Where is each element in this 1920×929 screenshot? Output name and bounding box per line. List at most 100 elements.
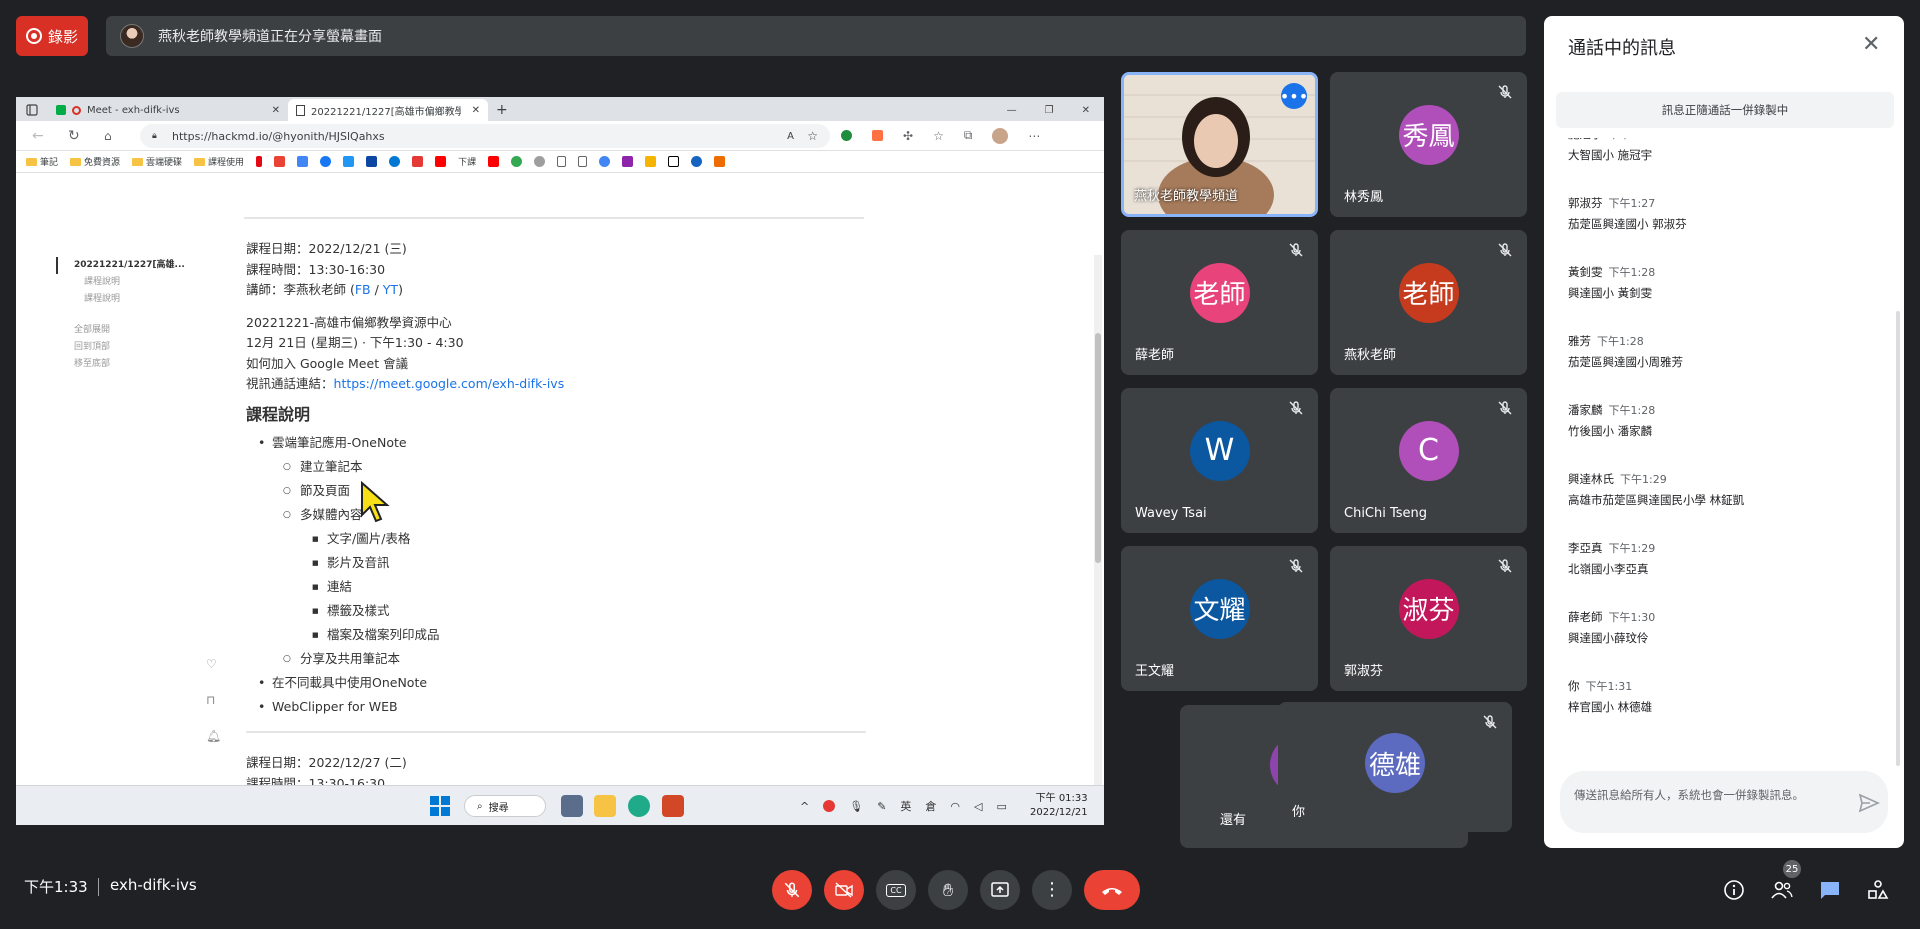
send-icon[interactable]	[1858, 792, 1880, 814]
bell-icon[interactable]: 🔔︎	[206, 729, 221, 743]
profile-avatar[interactable]	[992, 127, 1009, 144]
language-indicator[interactable]: 英	[900, 798, 911, 814]
bookmark-folder[interactable]: 免費資源	[70, 155, 120, 168]
app-bookmark-icon[interactable]	[511, 156, 523, 167]
app-bookmark-icon[interactable]	[622, 156, 634, 167]
participant-tile[interactable]: 淑芬 郭淑芬	[1330, 546, 1527, 691]
address-bar[interactable]: 🔒︎ https://hackmd.io/@hyonith/HJSlQahxs …	[140, 124, 830, 148]
home-icon[interactable]: ⌂	[104, 129, 112, 143]
app-bookmark-icon[interactable]	[691, 156, 703, 167]
leave-call-button[interactable]	[1084, 870, 1140, 910]
activities-button[interactable]	[1864, 876, 1892, 904]
present-screen-button[interactable]	[980, 870, 1020, 910]
tray-app-icon[interactable]	[823, 800, 836, 812]
toc-go-to-bottom[interactable]: 移至底部	[74, 356, 185, 373]
camera-toggle-button[interactable]	[824, 870, 864, 910]
participant-tile[interactable]: C ChiChi Tseng	[1330, 388, 1527, 533]
favorite-star-icon[interactable]: ☆	[807, 129, 818, 143]
facebook-bookmark-icon[interactable]	[320, 156, 332, 167]
document-bookmark-icon[interactable]	[578, 156, 588, 167]
fb-link[interactable]: FB	[355, 282, 371, 297]
wifi-icon[interactable]: ◠	[950, 800, 960, 813]
participant-tile[interactable]: 老師 燕秋老師	[1330, 230, 1527, 375]
close-window-icon[interactable]: ✕	[1082, 105, 1090, 116]
new-tab-button[interactable]: +	[488, 99, 516, 121]
participant-tile[interactable]: 老師 薛老師	[1121, 230, 1318, 375]
bookmark-folder[interactable]: 筆記	[26, 155, 58, 168]
raise-hand-button[interactable]: ✋︎	[928, 870, 968, 910]
powerpoint-icon[interactable]	[662, 795, 684, 817]
bookmark-label[interactable]: 下課	[458, 155, 476, 168]
bookmark-folder[interactable]: 課程使用	[194, 155, 244, 168]
recording-button[interactable]: 錄影	[16, 16, 88, 56]
captions-button[interactable]: CC	[876, 870, 916, 910]
more-menu-icon[interactable]: ⋯	[1028, 129, 1040, 143]
microphone-icon[interactable]: 🎙︎	[849, 800, 863, 813]
app-bookmark-icon[interactable]	[343, 156, 355, 167]
app-bookmark-icon[interactable]	[366, 156, 378, 167]
toc-expand-all[interactable]: 全部展開	[74, 322, 185, 339]
edge-browser-icon[interactable]	[628, 795, 650, 817]
calendar-bookmark-icon[interactable]	[297, 156, 309, 167]
document-bookmark-icon[interactable]	[557, 156, 567, 167]
youtube-bookmark-icon[interactable]	[435, 156, 447, 167]
meet-link[interactable]: https://meet.google.com/exh-difk-ivs	[334, 376, 565, 391]
browser-tab-meet[interactable]: Meet - exh-difk-ivs ✕	[48, 99, 288, 121]
participant-tile-you[interactable]: 德雄 你	[1278, 702, 1512, 832]
windows-start-icon[interactable]	[430, 796, 450, 816]
page-scroll-thumb[interactable]	[1095, 333, 1101, 563]
tab-close-icon[interactable]: ✕	[272, 105, 280, 116]
volume-icon[interactable]: ◁	[974, 800, 982, 813]
taskbar-app-icon[interactable]	[561, 795, 583, 817]
battery-icon[interactable]: ▭	[996, 800, 1006, 813]
app-bookmark-icon[interactable]	[645, 156, 657, 167]
heart-icon[interactable]: ♡	[206, 657, 221, 671]
minimize-icon[interactable]: —	[1007, 105, 1017, 116]
microphone-toggle-button[interactable]	[772, 870, 812, 910]
bookmark-icon[interactable]: ⊓	[206, 693, 221, 707]
toc-current-item[interactable]: 20221221/1227[高雄...	[56, 257, 185, 274]
chat-input[interactable]: 傳送訊息給所有人，系統也會一併錄製訊息。	[1560, 771, 1888, 833]
toc-back-to-top[interactable]: 回到頂部	[74, 339, 185, 356]
back-icon[interactable]: ←	[32, 128, 44, 144]
maximize-icon[interactable]: ❐	[1045, 105, 1054, 116]
read-aloud-icon[interactable]: A	[787, 131, 794, 142]
participant-tile[interactable]: W Wavey Tsai	[1121, 388, 1318, 533]
more-options-icon[interactable]: •••	[1280, 83, 1308, 109]
arrow-extension-icon[interactable]	[872, 130, 883, 141]
collections-icon[interactable]: ⧉	[964, 128, 973, 143]
app-bookmark-icon[interactable]	[599, 156, 611, 167]
ime-indicator[interactable]: 倉	[925, 798, 936, 814]
youtube-bookmark-icon[interactable]	[488, 156, 500, 167]
pen-icon[interactable]: ✎	[877, 800, 886, 813]
presenter-video-tile[interactable]: ••• 燕秋老師教學頻道	[1121, 72, 1318, 217]
favorites-icon[interactable]: ☆	[933, 129, 944, 143]
file-explorer-icon[interactable]	[594, 795, 616, 817]
puzzle-icon[interactable]: ✣	[903, 129, 913, 143]
close-icon[interactable]: ✕	[1862, 32, 1880, 57]
tab-close-icon[interactable]: ✕	[472, 105, 480, 116]
bookmark-folder[interactable]: 雲端硬碟	[132, 155, 182, 168]
gmail-bookmark-icon[interactable]	[274, 156, 286, 167]
app-bookmark-icon[interactable]	[714, 156, 726, 167]
cloud-bookmark-icon[interactable]	[389, 156, 401, 167]
notion-bookmark-icon[interactable]	[668, 156, 680, 167]
participant-tile[interactable]: 秀鳳 林秀鳳	[1330, 72, 1527, 217]
shield-extension-icon[interactable]	[841, 130, 852, 141]
more-options-button[interactable]: ⋮	[1032, 870, 1072, 910]
toc-item[interactable]: 課程說明	[74, 274, 185, 291]
taskbar-clock[interactable]: 下午 01:33 2022/12/21	[1030, 792, 1088, 820]
browser-tab-hackmd[interactable]: 20221221/1227[高雄市偏鄉教學... ✕	[288, 99, 488, 121]
yt-link[interactable]: YT	[383, 282, 398, 297]
chat-button[interactable]	[1816, 876, 1844, 904]
taskbar-search[interactable]: ⌕ 搜尋	[464, 795, 546, 817]
reload-icon[interactable]: ↻	[68, 128, 80, 144]
tab-actions-icon[interactable]	[16, 99, 48, 121]
participant-tile[interactable]: 文耀 王文耀	[1121, 546, 1318, 691]
chevron-up-icon[interactable]: ^	[800, 800, 809, 813]
meeting-info-button[interactable]	[1720, 876, 1748, 904]
app-bookmark-icon[interactable]	[412, 156, 424, 167]
netflix-bookmark-icon[interactable]	[256, 156, 263, 167]
chat-scrollbar[interactable]	[1896, 311, 1900, 766]
toc-item[interactable]: 課程說明	[74, 291, 185, 308]
